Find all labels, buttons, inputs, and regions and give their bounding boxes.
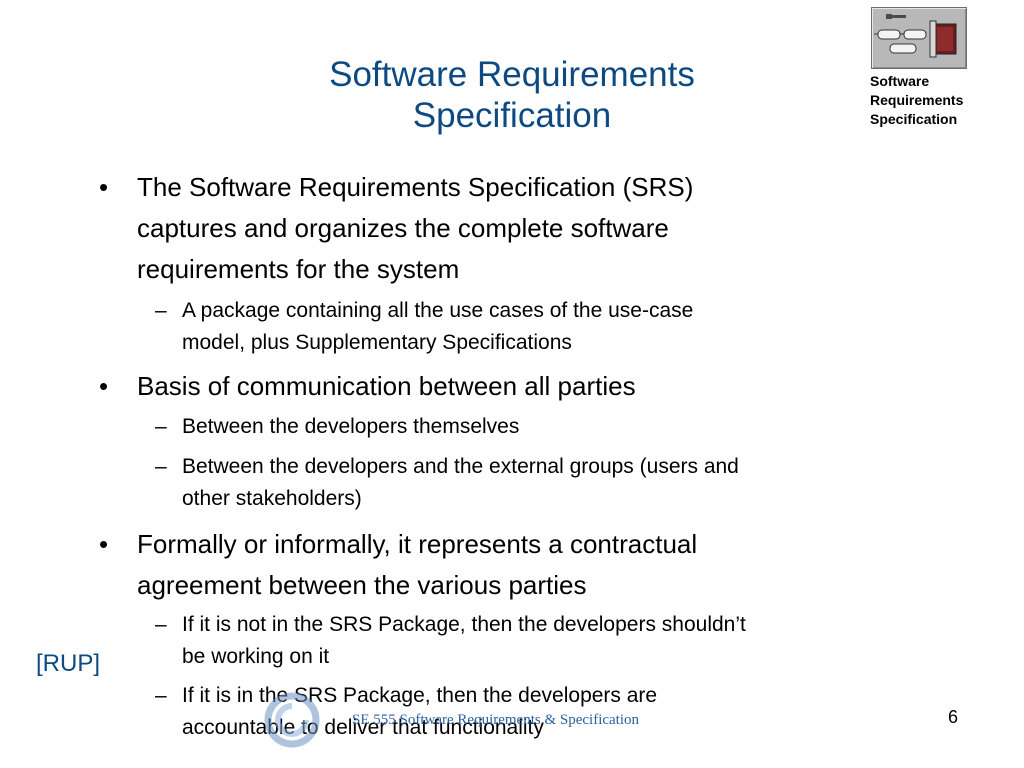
sub-bullet-marker: – — [155, 684, 167, 707]
sub-bullet-marker: – — [155, 299, 167, 322]
bullet-1-line-1: The Software Requirements Specification … — [137, 172, 694, 202]
sub-bullet-1-1: – A package containing all the use cases… — [155, 295, 922, 359]
package-diagram-icon — [871, 7, 967, 69]
title-line-1: Software Requirements — [329, 55, 695, 94]
bullet-3-line-2: agreement between the various parties — [137, 570, 587, 600]
icon-label-line-3: Specification — [870, 111, 958, 127]
sub-bullet-2-1: – Between the developers themselves — [155, 411, 922, 443]
sub-bullet-1-1-line-1: A package containing all the use cases o… — [182, 299, 694, 322]
sub-bullet-2-2: – Between the developers and the externa… — [155, 451, 922, 515]
sub-bullet-marker: – — [155, 455, 167, 478]
course-logo-icon — [264, 692, 320, 748]
bullet-1-line-3: requirements for the system — [137, 254, 460, 284]
bullet-marker: • — [99, 371, 109, 401]
bullet-3: • Formally or informally, it represents … — [99, 524, 897, 606]
sub-bullet-3-1-line-1: If it is not in the SRS Package, then th… — [182, 613, 746, 636]
bullet-3-line-1: Formally or informally, it represents a … — [137, 529, 698, 559]
sub-bullet-2-2-line-2: other stakeholders) — [182, 487, 362, 510]
sub-bullet-marker: – — [155, 415, 167, 438]
bullet-2-line-1: Basis of communication between all parti… — [137, 371, 636, 401]
bullet-2: • Basis of communication between all par… — [99, 366, 897, 407]
sub-bullet-2-2-line-1: Between the developers and the external … — [182, 455, 739, 478]
rup-reference: [RUP] — [36, 650, 101, 677]
sub-bullet-2-1-line-1: Between the developers themselves — [182, 415, 520, 438]
bullet-1: • The Software Requirements Specificatio… — [99, 167, 897, 290]
sub-bullet-3-1: – If it is not in the SRS Package, then … — [155, 609, 922, 673]
bullet-marker: • — [99, 529, 109, 559]
sub-bullet-1-1-line-2: model, plus Supplementary Specifications — [182, 331, 572, 354]
icon-label-line-1: Software — [870, 73, 930, 89]
package-diagram-icon-graphic — [874, 14, 957, 58]
bullet-1-line-2: captures and organizes the complete soft… — [137, 213, 669, 243]
bullet-marker: • — [99, 172, 109, 202]
footer-course-title: SE 555 Software Requirements & Specifica… — [352, 712, 640, 728]
sub-bullet-marker: – — [155, 613, 167, 636]
page-number: 6 — [948, 707, 959, 727]
slide-title: Software Requirements Specification — [200, 54, 824, 136]
title-line-2: Specification — [412, 96, 612, 135]
sub-bullet-3-1-line-2: be working on it — [182, 645, 330, 668]
icon-label: Software Requirements Specification — [870, 72, 1020, 129]
icon-label-line-2: Requirements — [870, 92, 964, 108]
